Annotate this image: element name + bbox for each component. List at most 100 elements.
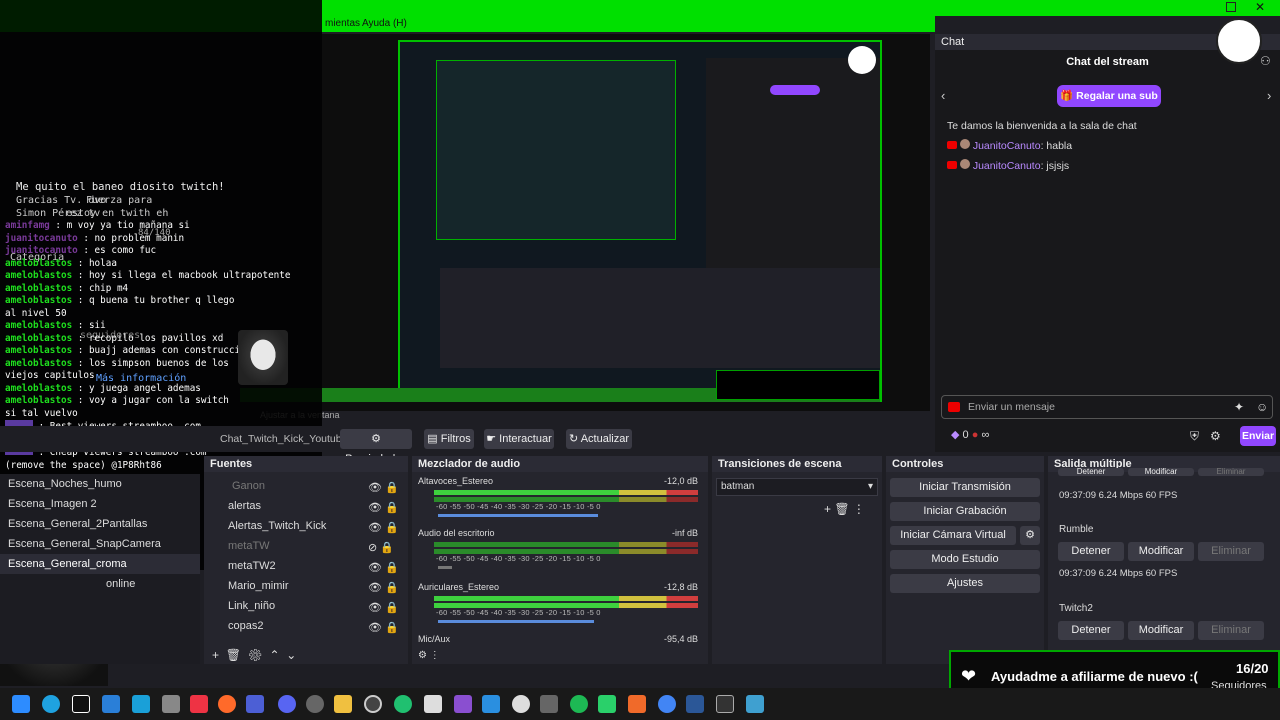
up-icon[interactable]: ⌃ (270, 648, 280, 662)
meter (434, 596, 698, 601)
channel-name: Auriculares_Estereo (418, 582, 500, 592)
capcut-icon[interactable] (72, 695, 90, 713)
channel-db: -inf dB (671, 528, 698, 538)
windows-start-icon[interactable] (12, 695, 30, 713)
meter-ticks: -60 -55 -50 -45 -40 -35 -30 -25 -20 -15 … (436, 502, 601, 511)
scene-item-selected[interactable]: Escena_General_croma (0, 554, 200, 574)
channel-db: -95,4 dB (663, 634, 698, 644)
stop-button[interactable]: Detener (1058, 468, 1124, 476)
shield-icon[interactable]: ⛨ (1190, 429, 1199, 444)
transition-select[interactable]: batman ▾ (716, 478, 878, 496)
chat-line: juanitocanuto : no problem manin (5, 232, 185, 244)
visual-studio-icon[interactable] (454, 695, 472, 713)
visibility-icons[interactable]: 👁 🔒 👁 🔒 👁 🔒 ⊘ 🔒 👁 🔒 👁 🔒 👁 🔒 👁 🔒 (368, 478, 399, 638)
terminal-icon[interactable] (716, 695, 734, 713)
chat-line: ameloblastos : voy a jugar con la switch… (5, 395, 229, 419)
volume-slider[interactable] (438, 620, 594, 623)
user-settings-icon[interactable]: ⚇ (1260, 54, 1271, 68)
mixer-settings-icon[interactable]: ⚙ ⋮ (418, 650, 440, 661)
app-icon[interactable] (132, 695, 150, 713)
scenes-dock: Escena_Noches_humo Escena_Imagen 2 Escen… (0, 474, 200, 664)
start-streaming-button[interactable]: Iniciar Transmisión (890, 478, 1040, 497)
gear-icon[interactable]: ⚙ (248, 648, 263, 662)
send-button[interactable]: Enviar (1240, 426, 1276, 446)
chevron-left-icon[interactable]: ‹ (941, 88, 945, 103)
whatsapp-icon[interactable] (394, 695, 412, 713)
taskbar (0, 688, 1280, 720)
gear-icon[interactable]: ⚙ (1210, 429, 1221, 443)
spotify-icon[interactable] (570, 695, 588, 713)
app-icon[interactable] (746, 695, 764, 713)
scene-item[interactable]: Escena_General_SnapCamera (0, 534, 200, 554)
app-icon[interactable] (306, 695, 324, 713)
close-icon[interactable]: ✕ (1255, 0, 1265, 14)
bits-icon[interactable]: ✦ (1234, 400, 1244, 414)
app-icon[interactable] (424, 695, 442, 713)
scene-item[interactable]: Escena_Imagen 2 (0, 494, 200, 514)
interact-button[interactable]: ☛ Interactuar (484, 429, 554, 449)
brave-icon[interactable] (628, 695, 646, 713)
twitch2-stop-button[interactable]: Detener (1058, 621, 1124, 640)
app-icon[interactable] (540, 695, 558, 713)
mixer-channel: Auriculares_Estereo -12,8 dB -60 -55 -50… (418, 582, 698, 623)
discord-icon[interactable] (278, 695, 296, 713)
emote-icon[interactable]: ☺ (1256, 400, 1268, 414)
channel-db: -12,8 dB (663, 582, 698, 592)
nested-goal (716, 370, 880, 400)
twitch2-delete-button[interactable]: Eliminar (1198, 621, 1264, 640)
filters-button[interactable]: ▤ Filtros (424, 429, 474, 449)
mixer-channel: Audio del escritorio -inf dB -60 -55 -50… (418, 528, 698, 569)
folder-icon[interactable] (334, 695, 352, 713)
add-icon[interactable]: + (212, 648, 219, 662)
goal-text: Ayudadme a afiliarme de nuevo :( (991, 669, 1198, 684)
menu-help[interactable]: Ayuda (H) (362, 18, 407, 29)
rumble-stats: 09:37:09 6.24 Mbps 60 FPS (1059, 568, 1178, 579)
start-virtualcam-button[interactable]: Iniciar Cámara Virtual (890, 526, 1016, 545)
transition-actions[interactable]: + 🗑 ⋮ (824, 502, 865, 516)
intellij-icon[interactable] (190, 695, 208, 713)
app-icon[interactable] (598, 695, 616, 713)
volume-slider[interactable] (438, 566, 452, 569)
monitor-icon[interactable] (102, 695, 120, 713)
menu-tools[interactable]: mientas (325, 18, 360, 29)
twitch2-modify-button[interactable]: Modificar (1128, 621, 1194, 640)
chevron-right-icon[interactable]: › (1267, 88, 1271, 103)
vscode-icon[interactable] (482, 695, 500, 713)
scene-extra: online (106, 578, 136, 590)
avatar (959, 139, 970, 149)
live-badge-icon (948, 402, 960, 412)
nested-docks (440, 268, 880, 368)
github-icon[interactable] (512, 695, 530, 713)
rumble-delete-button[interactable]: Eliminar (1198, 542, 1264, 561)
settings-button[interactable]: Ajustes (890, 574, 1040, 593)
channel-points[interactable]: ◆ 0 ● ∞ (951, 428, 989, 441)
trash-icon[interactable]: 🗑 (226, 648, 241, 662)
chrome-icon[interactable] (658, 695, 676, 713)
virtualcam-settings-icon[interactable]: ⚙ (1020, 526, 1040, 545)
postman-icon[interactable] (218, 695, 236, 713)
refresh-button[interactable]: ↻ Actualizar (566, 429, 632, 449)
start-recording-button[interactable]: Iniciar Grabación (890, 502, 1040, 521)
app-icon[interactable] (686, 695, 704, 713)
restore-icon[interactable] (1226, 2, 1236, 12)
files-icon[interactable] (162, 695, 180, 713)
scene-item[interactable]: Escena_General_2Pantallas (0, 514, 200, 534)
rumble-stop-button[interactable]: Detener (1058, 542, 1124, 561)
points-icon: ◆ (951, 429, 960, 441)
volume-slider[interactable] (438, 514, 598, 517)
gift-sub-button[interactable]: 🎁 Regalar una sub (1057, 85, 1161, 107)
delete-button[interactable]: Eliminar (1198, 468, 1264, 476)
edge-icon[interactable] (42, 695, 60, 713)
properties-button[interactable]: ⚙ Propiedades (340, 429, 412, 465)
chat-line: ameloblastos : q buena tu brother q lleg… (5, 295, 235, 319)
down-icon[interactable]: ⌄ (286, 648, 296, 662)
modify-button[interactable]: Modificar (1128, 468, 1194, 476)
obs-icon[interactable] (364, 695, 382, 713)
rumble-modify-button[interactable]: Modificar (1128, 542, 1194, 561)
vegas-icon[interactable] (246, 695, 264, 713)
chat-input[interactable]: Enviar un mensaje ✦ ☺ (941, 395, 1273, 419)
scene-item[interactable]: Escena_Noches_humo (0, 474, 200, 494)
transitions-title: Transiciones de escena (712, 456, 882, 472)
studio-mode-button[interactable]: Modo Estudio (890, 550, 1040, 569)
channel-name: Altavoces_Estereo (418, 476, 494, 486)
